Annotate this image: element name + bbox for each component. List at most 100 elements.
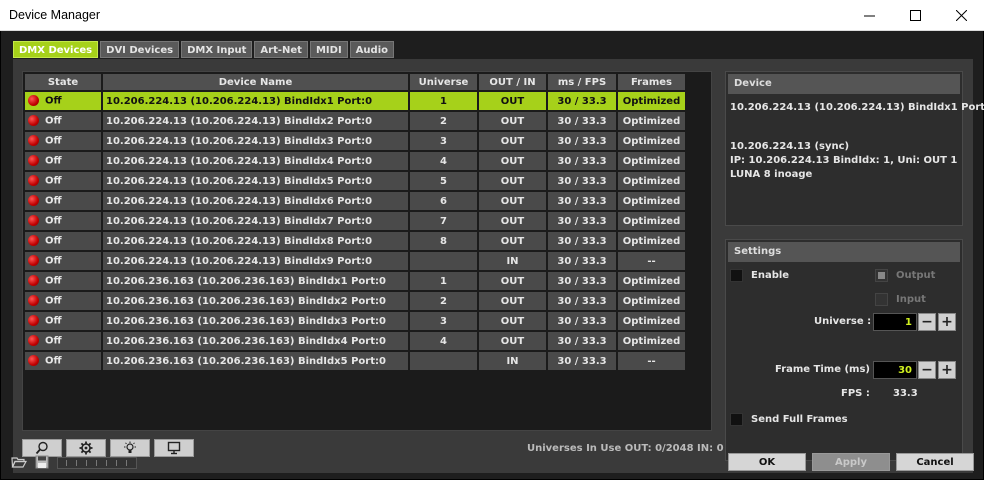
out-in-cell[interactable]: OUT bbox=[479, 292, 546, 310]
table-row[interactable]: Off 10.206.224.13 (10.206.224.13) BindIdx… bbox=[25, 132, 685, 150]
universe-cell[interactable]: 5 bbox=[410, 172, 477, 190]
device-name-cell[interactable]: 10.206.236.163 (10.206.236.163) BindIdx4… bbox=[103, 332, 408, 350]
state-cell[interactable]: Off bbox=[25, 352, 101, 370]
ms-fps-cell[interactable]: 30 / 33.3 bbox=[548, 292, 616, 310]
table-row[interactable]: Off 10.206.224.13 (10.206.224.13) BindIdx… bbox=[25, 112, 685, 130]
universe-cell[interactable] bbox=[410, 352, 477, 370]
universe-cell[interactable]: 8 bbox=[410, 232, 477, 250]
universe-cell[interactable]: 7 bbox=[410, 212, 477, 230]
tab-dmx-devices[interactable]: DMX Devices bbox=[13, 41, 99, 58]
frame-time-decrement-button[interactable]: − bbox=[918, 361, 936, 379]
device-name-cell[interactable]: 10.206.224.13 (10.206.224.13) BindIdx6 P… bbox=[103, 192, 408, 210]
ms-fps-cell[interactable]: 30 / 33.3 bbox=[548, 332, 616, 350]
universe-cell[interactable]: 2 bbox=[410, 112, 477, 130]
out-in-cell[interactable]: OUT bbox=[479, 192, 546, 210]
out-in-cell[interactable]: IN bbox=[479, 252, 546, 270]
out-in-cell[interactable]: OUT bbox=[479, 112, 546, 130]
out-in-cell[interactable]: OUT bbox=[479, 312, 546, 330]
universe-cell[interactable] bbox=[410, 252, 477, 270]
state-cell[interactable]: Off bbox=[25, 92, 101, 110]
table-row[interactable]: Off 10.206.236.163 (10.206.236.163) BindI… bbox=[25, 332, 685, 350]
out-in-cell[interactable]: OUT bbox=[479, 172, 546, 190]
device-name-cell[interactable]: 10.206.236.163 (10.206.236.163) BindIdx2… bbox=[103, 292, 408, 310]
universe-cell[interactable]: 4 bbox=[410, 332, 477, 350]
table-row[interactable]: Off 10.206.236.163 (10.206.236.163) BindI… bbox=[25, 352, 685, 370]
frames-cell[interactable]: Optimized bbox=[618, 92, 685, 110]
frames-cell[interactable]: Optimized bbox=[618, 292, 685, 310]
ms-fps-cell[interactable]: 30 / 33.3 bbox=[548, 212, 616, 230]
apply-button[interactable]: Apply bbox=[812, 453, 890, 471]
column-header-device-name[interactable]: Device Name bbox=[103, 74, 408, 90]
send-full-frames-checkbox[interactable] bbox=[730, 413, 743, 426]
universe-cell[interactable]: 3 bbox=[410, 132, 477, 150]
column-header-state[interactable]: State bbox=[25, 74, 101, 90]
frames-cell[interactable]: Optimized bbox=[618, 152, 685, 170]
device-name-cell[interactable]: 10.206.236.163 (10.206.236.163) BindIdx3… bbox=[103, 312, 408, 330]
table-row[interactable]: Off 10.206.224.13 (10.206.224.13) BindIdx… bbox=[25, 92, 685, 110]
zoom-slider[interactable] bbox=[57, 457, 137, 469]
minimize-button[interactable] bbox=[846, 0, 892, 31]
tab-art-net[interactable]: Art-Net bbox=[254, 41, 308, 58]
tab-dmx-input[interactable]: DMX Input bbox=[181, 41, 253, 58]
state-cell[interactable]: Off bbox=[25, 312, 101, 330]
tab-midi[interactable]: MIDI bbox=[309, 41, 348, 58]
state-cell[interactable]: Off bbox=[25, 252, 101, 270]
ms-fps-cell[interactable]: 30 / 33.3 bbox=[548, 272, 616, 290]
state-cell[interactable]: Off bbox=[25, 152, 101, 170]
device-name-cell[interactable]: 10.206.224.13 (10.206.224.13) BindIdx2 P… bbox=[103, 112, 408, 130]
state-cell[interactable]: Off bbox=[25, 212, 101, 230]
frame-time-increment-button[interactable]: + bbox=[938, 361, 956, 379]
frames-cell[interactable]: Optimized bbox=[618, 172, 685, 190]
device-name-cell[interactable]: 10.206.224.13 (10.206.224.13) BindIdx5 P… bbox=[103, 172, 408, 190]
tab-audio[interactable]: Audio bbox=[349, 41, 394, 58]
column-header-universe[interactable]: Universe bbox=[410, 74, 477, 90]
column-header-out-in[interactable]: OUT / IN bbox=[479, 74, 546, 90]
universe-decrement-button[interactable]: − bbox=[918, 313, 936, 331]
save-button[interactable] bbox=[33, 453, 51, 471]
state-cell[interactable]: Off bbox=[25, 192, 101, 210]
out-in-cell[interactable]: OUT bbox=[479, 332, 546, 350]
ms-fps-cell[interactable]: 30 / 33.3 bbox=[548, 312, 616, 330]
universe-cell[interactable]: 2 bbox=[410, 292, 477, 310]
open-button[interactable] bbox=[10, 453, 28, 471]
ok-button[interactable]: OK bbox=[728, 453, 806, 471]
out-in-cell[interactable]: OUT bbox=[479, 132, 546, 150]
frames-cell[interactable]: -- bbox=[618, 252, 685, 270]
state-cell[interactable]: Off bbox=[25, 292, 101, 310]
out-in-cell[interactable]: OUT bbox=[479, 92, 546, 110]
frames-cell[interactable]: Optimized bbox=[618, 272, 685, 290]
frames-cell[interactable]: Optimized bbox=[618, 212, 685, 230]
out-in-cell[interactable]: IN bbox=[479, 352, 546, 370]
frames-cell[interactable]: Optimized bbox=[618, 232, 685, 250]
frames-cell[interactable]: -- bbox=[618, 352, 685, 370]
ms-fps-cell[interactable]: 30 / 33.3 bbox=[548, 112, 616, 130]
device-name-cell[interactable]: 10.206.224.13 (10.206.224.13) BindIdx1 P… bbox=[103, 92, 408, 110]
frames-cell[interactable]: Optimized bbox=[618, 112, 685, 130]
table-row[interactable]: Off 10.206.224.13 (10.206.224.13) BindIdx… bbox=[25, 232, 685, 250]
ms-fps-cell[interactable]: 30 / 33.3 bbox=[548, 232, 616, 250]
ms-fps-cell[interactable]: 30 / 33.3 bbox=[548, 152, 616, 170]
maximize-button[interactable] bbox=[892, 0, 938, 31]
tab-dvi-devices[interactable]: DVI Devices bbox=[100, 41, 180, 58]
device-name-cell[interactable]: 10.206.236.163 (10.206.236.163) BindIdx1… bbox=[103, 272, 408, 290]
device-name-cell[interactable]: 10.206.236.163 (10.206.236.163) BindIdx5… bbox=[103, 352, 408, 370]
ms-fps-cell[interactable]: 30 / 33.3 bbox=[548, 92, 616, 110]
frame-time-input[interactable]: 30 bbox=[873, 361, 917, 379]
ms-fps-cell[interactable]: 30 / 33.3 bbox=[548, 252, 616, 270]
state-cell[interactable]: Off bbox=[25, 272, 101, 290]
table-row[interactable]: Off 10.206.224.13 (10.206.224.13) BindIdx… bbox=[25, 252, 685, 270]
state-cell[interactable]: Off bbox=[25, 132, 101, 150]
table-row[interactable]: Off 10.206.236.163 (10.206.236.163) BindI… bbox=[25, 272, 685, 290]
ms-fps-cell[interactable]: 30 / 33.3 bbox=[548, 132, 616, 150]
universe-increment-button[interactable]: + bbox=[938, 313, 956, 331]
table-row[interactable]: Off 10.206.236.163 (10.206.236.163) BindI… bbox=[25, 312, 685, 330]
table-row[interactable]: Off 10.206.224.13 (10.206.224.13) BindIdx… bbox=[25, 172, 685, 190]
table-row[interactable]: Off 10.206.236.163 (10.206.236.163) BindI… bbox=[25, 292, 685, 310]
table-row[interactable]: Off 10.206.224.13 (10.206.224.13) BindIdx… bbox=[25, 152, 685, 170]
state-cell[interactable]: Off bbox=[25, 112, 101, 130]
frames-cell[interactable]: Optimized bbox=[618, 132, 685, 150]
ms-fps-cell[interactable]: 30 / 33.3 bbox=[548, 172, 616, 190]
output-checkbox[interactable] bbox=[875, 269, 888, 282]
out-in-cell[interactable]: OUT bbox=[479, 212, 546, 230]
universe-cell[interactable]: 6 bbox=[410, 192, 477, 210]
